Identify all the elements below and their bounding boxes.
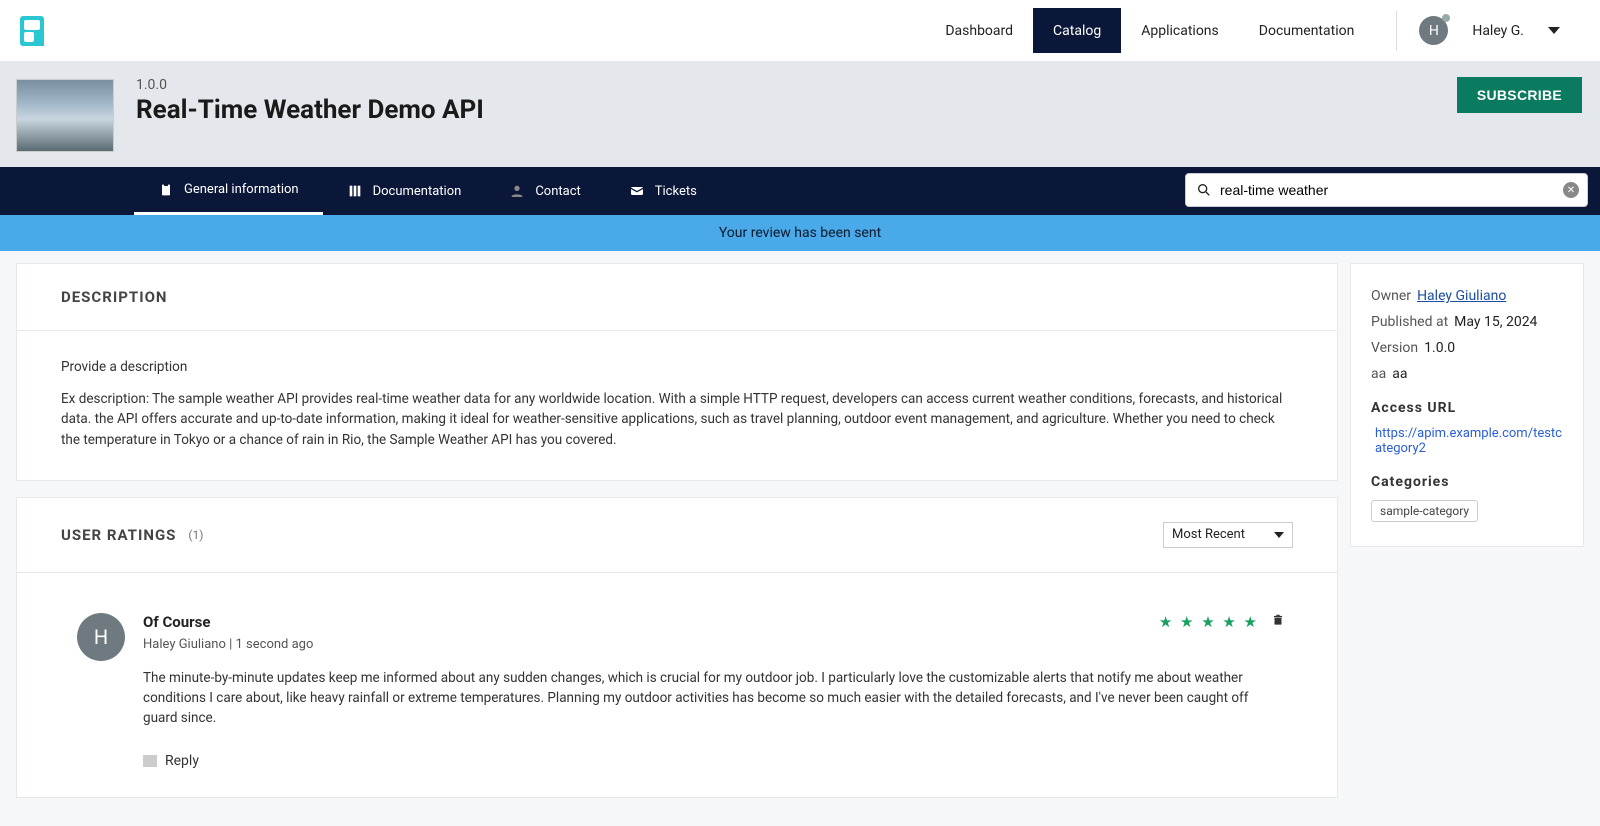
subscribe-button[interactable]: SUBSCRIBE	[1457, 77, 1582, 113]
review-meta: Haley Giuliano | 1 second ago	[143, 637, 1285, 652]
review-text: The minute-by-minute updates keep me inf…	[143, 668, 1285, 729]
sort-value: Most Recent	[1172, 527, 1245, 542]
sub-nav: General information Documentation Contac…	[0, 167, 1600, 215]
sidebar: Owner Haley Giuliano Published at May 15…	[1350, 263, 1584, 547]
nav-dashboard[interactable]: Dashboard	[925, 8, 1033, 53]
sort-select[interactable]: Most Recent	[1163, 522, 1293, 548]
star-rating: ★ ★ ★ ★ ★	[1159, 613, 1259, 631]
search-input[interactable]	[1220, 182, 1563, 198]
access-url-heading: Access URL	[1371, 400, 1563, 416]
clear-icon[interactable]: ✕	[1563, 182, 1579, 198]
aa-label: aa	[1371, 366, 1386, 382]
reply-button[interactable]: Reply	[143, 753, 1285, 769]
review-time: 1 second ago	[236, 637, 314, 652]
user-name-label: Haley G.	[1472, 23, 1524, 39]
tab-label: General information	[184, 182, 299, 197]
tab-general-information[interactable]: General information	[134, 167, 323, 215]
nav-divider	[1396, 11, 1397, 51]
ratings-count: (1)	[188, 528, 203, 542]
chevron-down-icon	[1274, 532, 1284, 538]
page-header: 1.0.0 Real-Time Weather Demo API SUBSCRI…	[0, 61, 1600, 167]
mail-icon	[629, 183, 645, 199]
bars-icon	[347, 183, 363, 199]
tab-label: Tickets	[655, 184, 697, 199]
api-title: Real-Time Weather Demo API	[136, 95, 484, 125]
search-box[interactable]: ✕	[1185, 173, 1588, 207]
tab-tickets[interactable]: Tickets	[605, 167, 721, 215]
review-item: H Of Course ★ ★ ★ ★ ★ Haley Giuliano | 1…	[17, 573, 1337, 797]
nav-applications[interactable]: Applications	[1121, 8, 1239, 53]
ratings-header: USER RATINGS (1) Most Recent	[17, 498, 1337, 573]
review-author: Haley Giuliano	[143, 637, 226, 652]
person-icon	[509, 183, 525, 199]
version-value: 1.0.0	[1424, 340, 1455, 356]
reply-icon	[143, 755, 157, 767]
description-body: Ex description: The sample weather API p…	[17, 377, 1337, 480]
category-tag[interactable]: sample-category	[1371, 500, 1478, 522]
version-label: Version	[1371, 340, 1418, 356]
logo-icon[interactable]	[20, 16, 44, 46]
categories-heading: Categories	[1371, 474, 1563, 490]
reply-label: Reply	[165, 753, 199, 769]
published-label: Published at	[1371, 314, 1448, 330]
description-card: DESCRIPTION Provide a description Ex des…	[16, 263, 1338, 481]
owner-link[interactable]: Haley Giuliano	[1417, 288, 1506, 304]
user-menu-caret-icon[interactable]	[1548, 27, 1560, 34]
content-area: DESCRIPTION Provide a description Ex des…	[0, 251, 1600, 826]
description-intro: Provide a description	[17, 331, 1337, 377]
header-area: 1.0.0 Real-Time Weather Demo API SUBSCRI…	[0, 61, 1600, 215]
aa-value: aa	[1392, 366, 1407, 382]
avatar[interactable]: H	[1419, 16, 1448, 45]
ratings-card: USER RATINGS (1) Most Recent H Of Course…	[16, 497, 1338, 798]
review-title: Of Course	[143, 613, 210, 631]
owner-label: Owner	[1371, 288, 1411, 304]
clipboard-icon	[158, 182, 174, 198]
delete-icon[interactable]	[1271, 613, 1285, 631]
search-icon	[1196, 182, 1212, 198]
tab-label: Contact	[535, 184, 580, 199]
tab-label: Documentation	[373, 184, 462, 199]
ratings-heading: USER RATINGS	[61, 526, 176, 544]
tab-contact[interactable]: Contact	[485, 167, 604, 215]
notification-banner: Your review has been sent	[0, 215, 1600, 251]
top-nav: Dashboard Catalog Applications Documenta…	[0, 0, 1600, 61]
nav-catalog[interactable]: Catalog	[1033, 8, 1121, 53]
api-version: 1.0.0	[136, 77, 484, 93]
description-heading: DESCRIPTION	[17, 264, 1337, 331]
api-thumbnail	[16, 79, 114, 152]
review-avatar: H	[77, 613, 125, 661]
published-value: May 15, 2024	[1454, 314, 1537, 330]
nav-documentation[interactable]: Documentation	[1239, 8, 1375, 53]
tab-documentation[interactable]: Documentation	[323, 167, 486, 215]
access-url-link[interactable]: https://apim.example.com/testcategory2	[1371, 426, 1563, 456]
